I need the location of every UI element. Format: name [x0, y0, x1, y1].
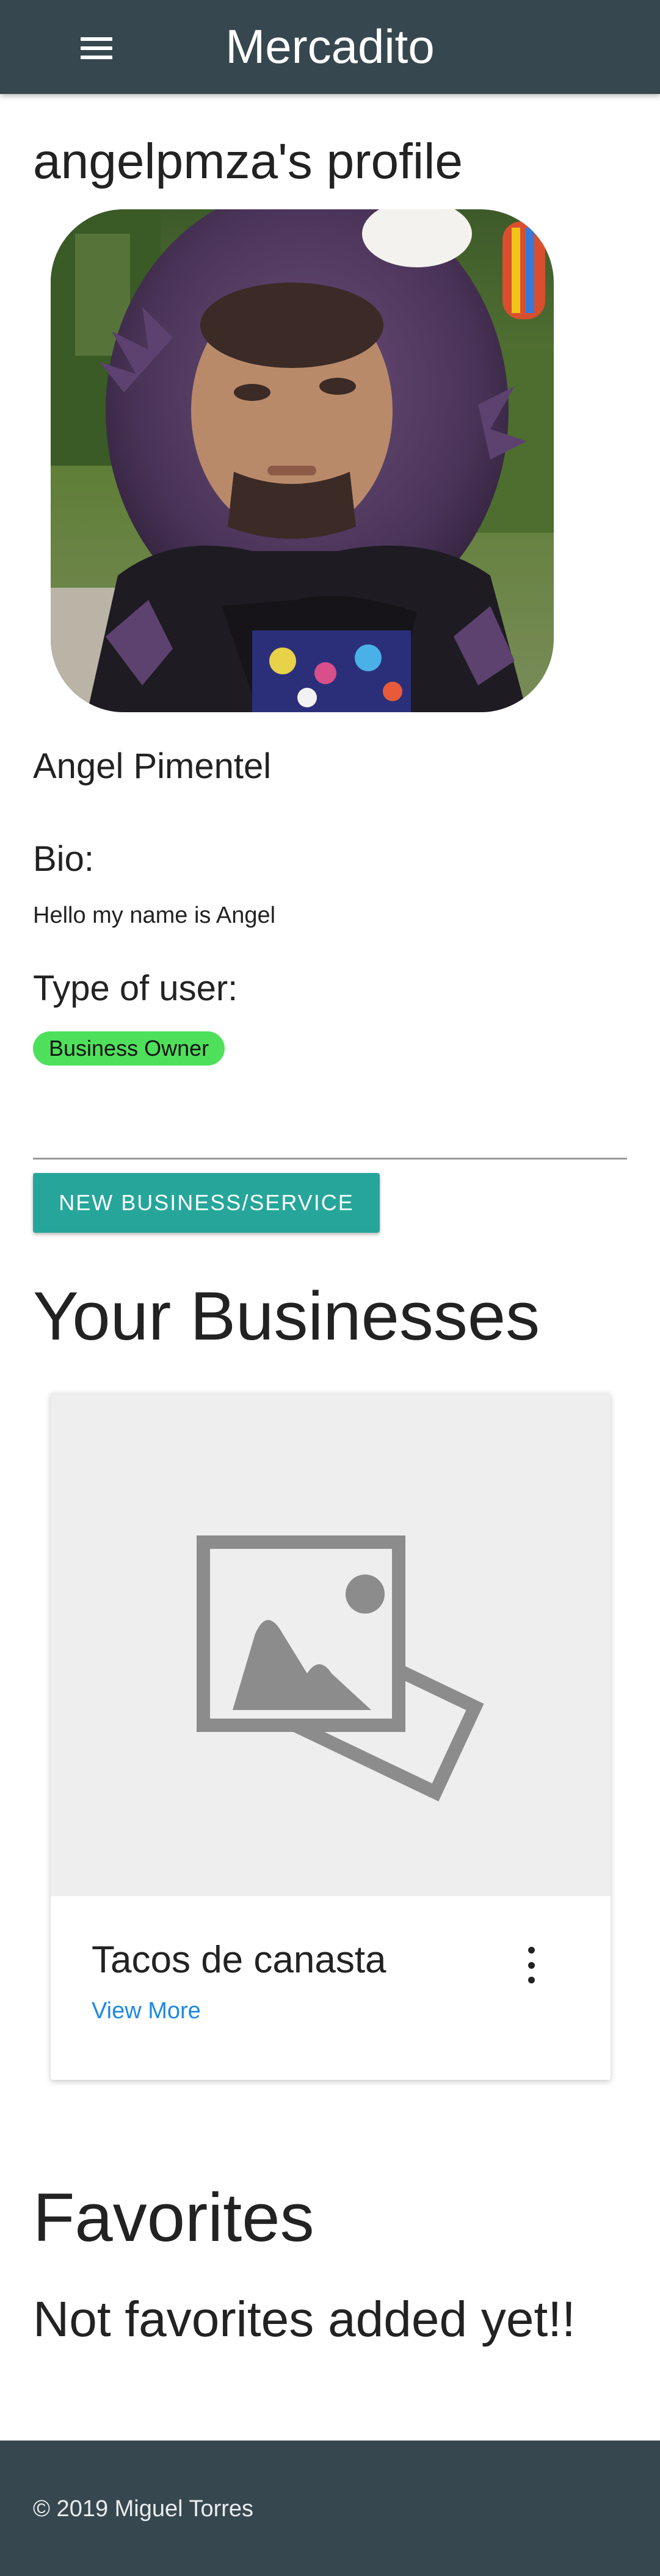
user-type-badge: Business Owner [33, 1031, 225, 1066]
profile-heading: angelpmza's profile [33, 134, 463, 189]
page-footer: © 2019 Miguel Torres [0, 2441, 660, 2576]
businesses-heading: Your Businesses [33, 1278, 540, 1354]
business-card-image[interactable] [51, 1393, 611, 1896]
more-vert-icon[interactable] [524, 1947, 539, 1983]
image-placeholder-icon [197, 1535, 484, 1802]
business-card-title[interactable]: Tacos de canasta [92, 1936, 386, 1985]
bio-text: Hello my name is Angel [33, 903, 276, 928]
view-more-link[interactable]: View More [92, 1994, 201, 2028]
top-app-bar: Mercadito [0, 0, 660, 94]
favorites-heading: Favorites [33, 2179, 314, 2256]
app-title[interactable]: Mercadito [0, 16, 660, 77]
favorites-empty-message: Not favorites added yet!! [33, 2292, 576, 2347]
profile-page: Mercadito angelpmza's profile Angel Pime… [0, 0, 660, 2576]
bio-label: Bio: [33, 839, 94, 879]
section-divider [33, 1158, 627, 1160]
new-business-button[interactable]: NEW BUSINESS/SERVICE [33, 1173, 380, 1233]
footer-copyright: © 2019 Miguel Torres [33, 2496, 254, 2522]
user-type-label: Type of user: [33, 969, 238, 1008]
profile-full-name: Angel Pimentel [33, 746, 272, 786]
profile-avatar [51, 209, 554, 712]
